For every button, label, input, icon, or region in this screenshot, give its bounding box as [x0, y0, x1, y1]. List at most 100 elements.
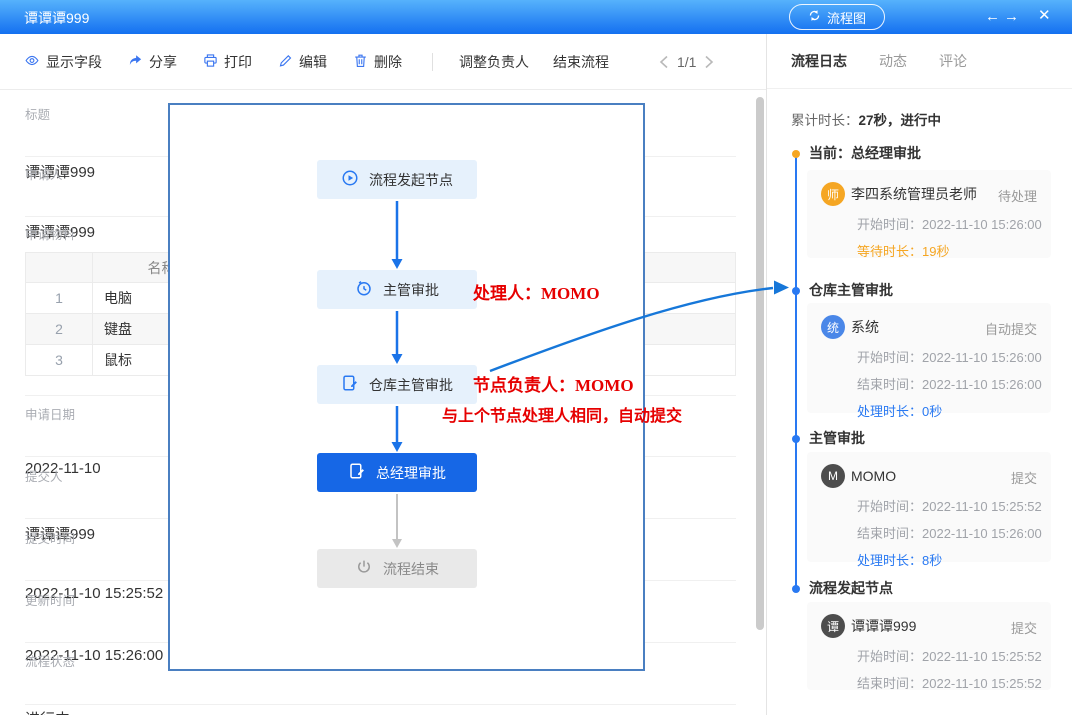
- annotation-node-owner: 节点负责人：MOMO: [473, 371, 634, 396]
- edit-button[interactable]: 编辑: [278, 52, 327, 72]
- log-card: 谭 谭谭谭999 提交 开始时间：2022-11-10 15:25:52 结束时…: [807, 602, 1051, 690]
- entry-name: 谭谭谭999: [851, 616, 916, 636]
- print-label: 打印: [224, 52, 252, 72]
- tab-activity[interactable]: 动态: [879, 51, 907, 71]
- clock-icon: [355, 279, 373, 300]
- pencil-icon: [278, 53, 293, 71]
- divider: [25, 704, 736, 705]
- time-line: 结束时间：2022-11-10 15:26:00: [857, 523, 1037, 542]
- timeline-line: [795, 154, 797, 589]
- flow-node-label: 总经理审批: [376, 463, 446, 483]
- show-fields-button[interactable]: 显示字段: [24, 52, 102, 72]
- tab-comments[interactable]: 评论: [939, 51, 967, 71]
- time-line: 开始时间：2022-11-10 15:25:52: [857, 646, 1037, 665]
- status-value: ，进行中: [887, 113, 941, 128]
- time-line: 结束时间：2022-11-10 15:25:52: [857, 673, 1037, 692]
- log-card: 统 系统 自动提交 开始时间：2022-11-10 15:26:00 结束时间：…: [807, 303, 1051, 413]
- annotation-handler: 处理人：MOMO: [473, 279, 600, 304]
- entry-name: 系统: [851, 317, 879, 337]
- chevron-right-icon[interactable]: [704, 55, 714, 69]
- duration-line: 处理时长：0秒: [857, 401, 1037, 420]
- play-icon: [341, 169, 359, 190]
- entry-status: 提交: [1011, 618, 1037, 637]
- flow-node-start[interactable]: 流程发起节点: [317, 160, 477, 199]
- share-button[interactable]: 分享: [128, 52, 177, 72]
- toolbar: 显示字段 分享 打印 编辑 删除 调整负责人 结束流程: [0, 34, 766, 90]
- section-title-supervisor: 主管审批: [809, 428, 865, 448]
- page-title: 谭谭谭999: [24, 8, 89, 28]
- timeline-bullet: [792, 287, 800, 295]
- field-label-apply-date: 申请日期: [25, 404, 75, 424]
- flow-node-end[interactable]: 流程结束: [317, 549, 477, 588]
- flow-node-gm[interactable]: 总经理审批: [317, 453, 477, 492]
- field-label-process-status: 流程状态: [25, 651, 75, 671]
- next-record-icon[interactable]: →: [1004, 7, 1019, 27]
- entry-status: 提交: [1011, 468, 1037, 487]
- tab-process-log[interactable]: 流程日志: [791, 51, 847, 71]
- time-line: 开始时间：2022-11-10 15:25:52: [857, 496, 1037, 515]
- time-line: 开始时间：2022-11-10 15:26:00: [857, 347, 1037, 366]
- avatar: 谭: [821, 614, 845, 638]
- avatar: M: [821, 464, 845, 488]
- delete-label: 删除: [374, 52, 402, 72]
- chevron-left-icon[interactable]: [659, 55, 669, 69]
- entry-name: MOMO: [851, 468, 896, 484]
- scrollbar-thumb[interactable]: [756, 97, 764, 630]
- total-duration: 累计时长：27秒，进行中: [791, 109, 941, 129]
- flowchart-button[interactable]: 流程图: [789, 4, 885, 30]
- edit-label: 编辑: [299, 52, 327, 72]
- field-value-process-status: 进行中: [25, 708, 70, 715]
- time-line: 结束时间：2022-11-10 15:26:00: [857, 374, 1037, 393]
- entry-status: 待处理: [998, 186, 1037, 205]
- doc-edit-icon: [341, 374, 359, 395]
- field-label-submit-time: 提交时间: [25, 528, 75, 548]
- section-title-warehouse: 仓库主管审批: [809, 280, 893, 300]
- print-button[interactable]: 打印: [203, 52, 252, 72]
- avatar: 统: [821, 315, 845, 339]
- flow-node-warehouse[interactable]: 仓库主管审批: [317, 365, 477, 404]
- flow-cycle-icon: [808, 9, 821, 25]
- prev-record-icon[interactable]: ←: [985, 7, 1000, 27]
- avatar: 师: [821, 182, 845, 206]
- time-line: 开始时间：2022-11-10 15:26:00: [857, 214, 1037, 233]
- end-process-button[interactable]: 结束流程: [553, 52, 609, 72]
- duration-line: 处理时长：8秒: [857, 550, 1037, 569]
- share-icon: [128, 53, 143, 71]
- log-panel: 流程日志 动态 评论 累计时长：27秒，进行中 当前：总经理审批 师 李四系统管…: [766, 34, 1072, 715]
- share-label: 分享: [149, 52, 177, 72]
- flow-node-label: 流程结束: [383, 559, 439, 579]
- flow-node-label: 流程发起节点: [369, 170, 453, 190]
- doc-edit-icon: [348, 462, 366, 483]
- modal-header: 谭谭谭999 流程图 ← → ✕: [0, 0, 1072, 34]
- duration-line: 等待时长：19秒: [857, 241, 1037, 260]
- annotation-auto-submit: 与上个节点处理人相同，自动提交: [442, 402, 682, 426]
- field-label-applicant: 申请人: [25, 164, 63, 184]
- adjust-owner-button[interactable]: 调整负责人: [459, 52, 529, 72]
- toolbar-divider: [432, 53, 433, 71]
- timeline-bullet: [792, 585, 800, 593]
- flowchart-button-label: 流程图: [827, 8, 866, 27]
- log-tabs: 流程日志 动态 评论: [767, 34, 1072, 89]
- timeline-bullet: [792, 435, 800, 443]
- section-title-current: 当前：总经理审批: [809, 143, 921, 163]
- trash-icon: [353, 53, 368, 71]
- entry-status: 自动提交: [985, 319, 1037, 338]
- field-label-update-time: 更新时间: [25, 590, 75, 610]
- section-title-start: 流程发起节点: [809, 578, 893, 598]
- show-fields-label: 显示字段: [46, 52, 102, 72]
- pagination: 1/1: [659, 54, 714, 70]
- flow-node-label: 主管审批: [383, 280, 439, 300]
- flow-node-label: 仓库主管审批: [369, 375, 453, 395]
- process-detail-modal: 谭谭谭999 流程图 ← → ✕ 显示字段 分享 打印: [0, 0, 1072, 715]
- delete-button[interactable]: 删除: [353, 52, 402, 72]
- timeline-bullet-current: [792, 150, 800, 158]
- field-label-title: 标题: [25, 104, 50, 124]
- flow-node-supervisor[interactable]: 主管审批: [317, 270, 477, 309]
- log-card: M MOMO 提交 开始时间：2022-11-10 15:25:52 结束时间：…: [807, 452, 1051, 562]
- printer-icon: [203, 53, 218, 71]
- field-label-materials: 申请物料: [25, 224, 75, 244]
- power-icon: [355, 558, 373, 579]
- duration-value: 27秒: [859, 113, 888, 128]
- page-indicator: 1/1: [677, 54, 696, 70]
- close-icon[interactable]: ✕: [1038, 6, 1051, 24]
